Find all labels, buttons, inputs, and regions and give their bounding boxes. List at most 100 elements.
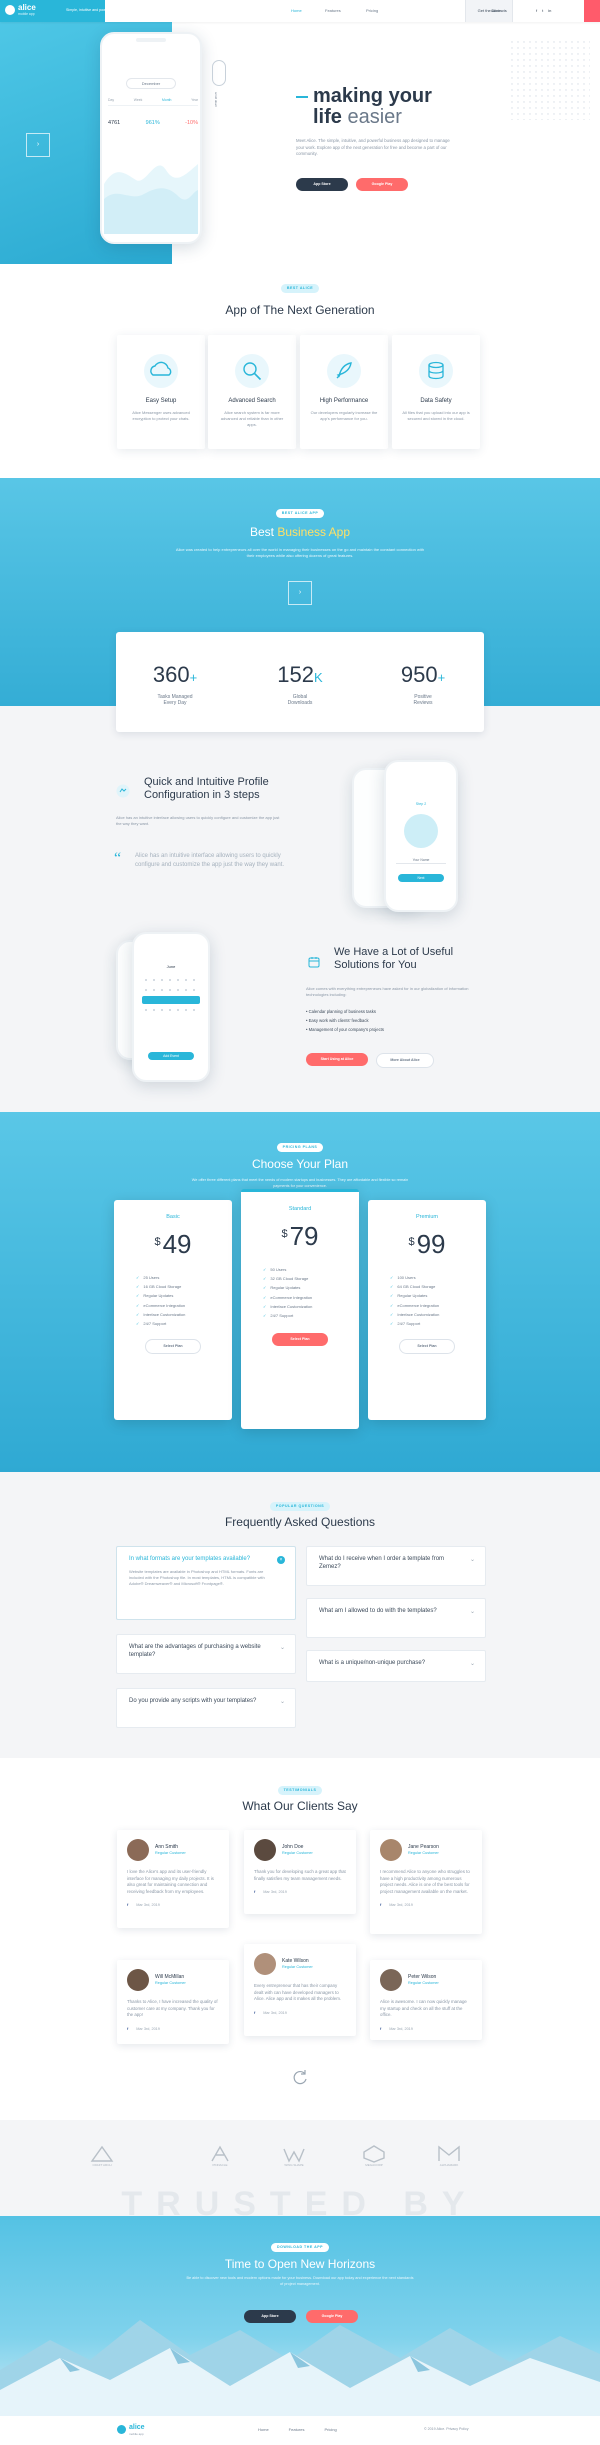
faq-item-scripts[interactable]: Do you provide any scripts with your tem… bbox=[116, 1688, 296, 1728]
footer-link-home[interactable]: Home bbox=[258, 2427, 269, 2432]
testimonials-badge: Testimonials bbox=[277, 1786, 323, 1795]
stat-downloads: 152K Global Downloads bbox=[245, 660, 355, 707]
faq-question-unique: What is a unique/non-unique purchase? bbox=[319, 1660, 426, 1666]
hero-title: making your life easier bbox=[313, 86, 432, 128]
business-play-button[interactable]: › bbox=[288, 581, 312, 605]
facebook-icon[interactable]: f bbox=[536, 8, 537, 13]
nav-item-pricing[interactable]: Pricing bbox=[366, 8, 378, 13]
testimonial-date: f Mar 3rd, 2019 bbox=[254, 2010, 287, 2015]
chevron-down-icon: ⌄ bbox=[469, 1661, 475, 1667]
pricing-badge-wrap: Pricing Plans bbox=[0, 1143, 600, 1152]
social-icons: f t in bbox=[536, 8, 551, 13]
profile-quote: Alice has an intuitive interface allowin… bbox=[135, 853, 285, 868]
tab-day[interactable]: Day bbox=[108, 98, 114, 103]
profile-title: Quick and Intuitive Profile Configuratio… bbox=[144, 776, 269, 802]
testimonial-card: Peter Wilson Regular Customer Alice is aw… bbox=[370, 1960, 482, 2040]
faq-item-allowed[interactable]: What am I allowed to do with the templat… bbox=[306, 1598, 486, 1638]
plan-standard-select-button[interactable]: Select Plan bbox=[272, 1332, 328, 1346]
tab-week[interactable]: Week bbox=[134, 98, 143, 103]
side-badge[interactable] bbox=[584, 0, 600, 22]
faq-item-unique[interactable]: What is a unique/non-unique purchase? ⌄ bbox=[306, 1650, 486, 1682]
features-title: App of The Next Generation bbox=[225, 303, 375, 317]
footer-link-features[interactable]: Features bbox=[289, 2427, 305, 2432]
footer-copyright: © 2019 Alice. Privacy Policy bbox=[424, 2427, 469, 2431]
download-badge: Download The App bbox=[271, 2243, 329, 2252]
stat-reviews-number: 950+ bbox=[400, 662, 446, 687]
features-badge-wrap: Best Alice bbox=[0, 284, 600, 293]
faq-item-receive[interactable]: What do I receive when I order a templat… bbox=[306, 1546, 486, 1586]
app-store-button[interactable]: App Store bbox=[296, 178, 348, 191]
google-play-button[interactable]: Google Play bbox=[356, 178, 408, 191]
reload-icon[interactable] bbox=[291, 2068, 309, 2086]
plan-basic-select-button[interactable]: Select Plan bbox=[145, 1338, 201, 1354]
nav-item-features[interactable]: Features bbox=[325, 8, 341, 13]
cloud-icon bbox=[144, 354, 178, 388]
brand-sub: mobile app bbox=[18, 12, 35, 16]
solutions-list: • Calendar planning of business tasks • … bbox=[306, 1008, 384, 1034]
phone-tabs: Day Week Month Year bbox=[108, 98, 198, 106]
calendar-icon bbox=[308, 957, 320, 968]
download-description: Be able to discover new tools and modern… bbox=[186, 2276, 414, 2286]
testimonial-date: f Mar 3rd, 2019 bbox=[127, 1903, 160, 1908]
plan-premium-select-button[interactable]: Select Plan bbox=[399, 1338, 455, 1354]
pricing-title: Choose Your Plan bbox=[251, 1157, 349, 1171]
testimonial-text: I love the Alice's app and its user-frie… bbox=[127, 1869, 214, 1894]
start-using-button[interactable]: Start Using at Alice bbox=[306, 1053, 368, 1066]
header: alice mobile app Simple, intuitive and p… bbox=[0, 0, 600, 22]
add-event-button[interactable]: Add Event bbox=[148, 1052, 194, 1060]
rocket-icon bbox=[327, 354, 361, 388]
scroll-down-hint[interactable] bbox=[212, 60, 226, 86]
profile-name-field[interactable]: Your Name bbox=[396, 858, 446, 864]
plan-premium-price: $99 bbox=[408, 1229, 446, 1260]
hero-play-button[interactable]: › bbox=[26, 133, 50, 157]
profile-icon bbox=[116, 784, 130, 798]
contacts-label[interactable]: Contacts bbox=[491, 8, 507, 13]
tab-month[interactable]: Month bbox=[162, 98, 171, 103]
calendar-phone: June Add Event bbox=[132, 932, 210, 1082]
pricing-description: We offer three different plans that meet… bbox=[191, 1178, 409, 1188]
tab-year[interactable]: Year bbox=[191, 98, 198, 103]
solution-item-3: • Management of your company's projects bbox=[306, 1026, 384, 1032]
faq-item-open[interactable]: In what formats are your templates avail… bbox=[116, 1546, 296, 1620]
mountains-illustration bbox=[0, 2320, 600, 2416]
faq-open-answer: Website templates are available in Photo… bbox=[129, 1569, 265, 1587]
plan-standard-features: 50 Users32 GB Cloud StorageRegular Updat… bbox=[263, 1267, 359, 1319]
phone-stat-1: 4761 bbox=[108, 120, 121, 126]
profile-avatar-circle[interactable] bbox=[404, 814, 438, 848]
facebook-icon: f bbox=[127, 1903, 129, 1908]
hero-description: Meet Alice. The simple, intuitive, and p… bbox=[296, 138, 450, 157]
solution-item-1: • Calendar planning of business tasks bbox=[306, 1009, 376, 1014]
facebook-icon: f bbox=[380, 2026, 382, 2031]
collapse-icon[interactable]: × bbox=[277, 1556, 285, 1564]
nav-item-home[interactable]: Home bbox=[291, 8, 302, 13]
client-logo-3: WING SHAPE bbox=[282, 2145, 306, 2167]
faq-title: Frequently Asked Questions bbox=[224, 1515, 376, 1529]
hero-title-line1: making your bbox=[313, 85, 432, 107]
faq-question-scripts: Do you provide any scripts with your tem… bbox=[129, 1698, 257, 1704]
download-app-store-button[interactable]: App Store bbox=[244, 2310, 296, 2323]
testimonial-card: Ann Smith Regular Customer I love the Ali… bbox=[117, 1830, 229, 1928]
download-google-play-button[interactable]: Google Play bbox=[306, 2310, 358, 2323]
plan-basic-name: Basic bbox=[166, 1214, 180, 1220]
avatar bbox=[127, 1969, 149, 1991]
footer-link-pricing[interactable]: Pricing bbox=[324, 2427, 336, 2432]
more-about-button[interactable]: More About Alice bbox=[376, 1053, 434, 1068]
solution-item-2: • Easy work with clients' feedback bbox=[306, 1017, 369, 1023]
faq-item-advantages[interactable]: What are the advantages of purchasing a … bbox=[116, 1634, 296, 1674]
phone-stat-2: 961% bbox=[145, 120, 160, 126]
testimonial-text: Thanks to Alice, I have increased the qu… bbox=[127, 1999, 218, 2018]
phone-month-select[interactable]: December bbox=[126, 78, 176, 90]
download-badge-wrap: Download The App bbox=[0, 2243, 600, 2252]
profile-next-button[interactable]: Next bbox=[398, 874, 444, 882]
plan-basic: Basic $49 25 Users16 GB Cloud StorageReg… bbox=[114, 1200, 232, 1420]
avatar bbox=[380, 1969, 402, 1991]
client-logo-5: ALPHAMARK bbox=[437, 2145, 461, 2167]
plan-premium: Premium $99 100 Users64 GB Cloud Storage… bbox=[368, 1200, 486, 1420]
faq-open-question: In what formats are your templates avail… bbox=[129, 1556, 251, 1562]
phone-stats: 4761 961% -10% bbox=[108, 120, 198, 127]
twitter-icon[interactable]: t bbox=[542, 8, 543, 13]
calendar-month: June bbox=[166, 964, 176, 969]
instagram-icon[interactable]: in bbox=[548, 8, 551, 13]
hero-title-dash bbox=[296, 96, 308, 98]
testimonial-date: f Mar 3rd, 2019 bbox=[380, 2026, 413, 2031]
